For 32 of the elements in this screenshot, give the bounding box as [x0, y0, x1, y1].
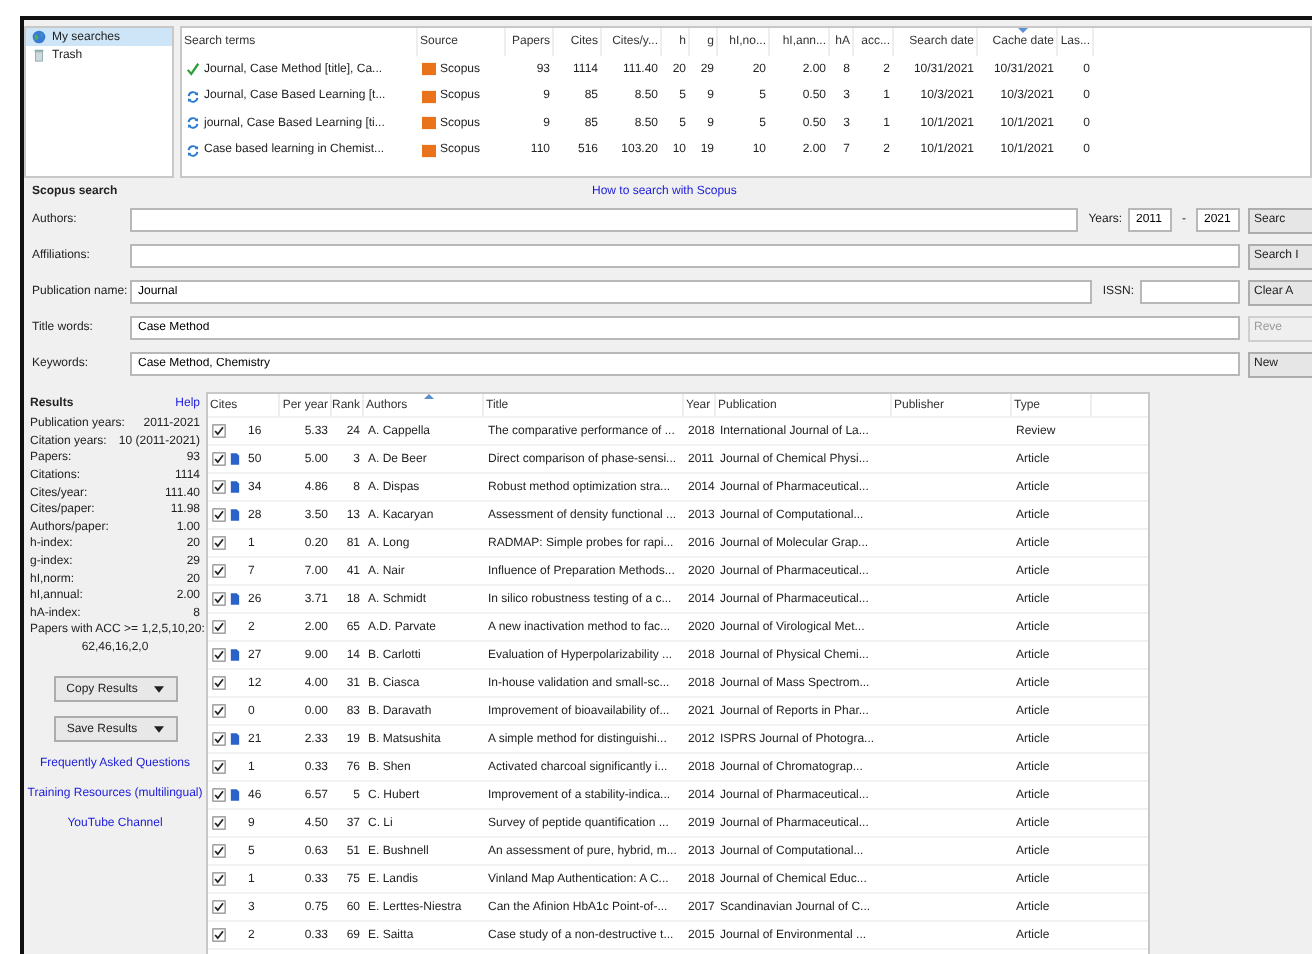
- caret-icon: [153, 726, 164, 734]
- checkbox[interactable]: [212, 928, 226, 942]
- checkbox[interactable]: [212, 648, 226, 662]
- input-field[interactable]: [130, 208, 1079, 232]
- globe-icon: [32, 30, 46, 44]
- issn-field[interactable]: [1140, 280, 1240, 304]
- sort-icon: [1017, 28, 1027, 33]
- check-icon: [186, 62, 200, 77]
- checkbox[interactable]: [212, 424, 226, 438]
- checkbox[interactable]: [212, 900, 226, 914]
- trash-icon: [32, 48, 46, 62]
- checkbox[interactable]: [212, 872, 226, 886]
- sort-icon: [423, 394, 433, 399]
- checkbox[interactable]: [212, 788, 226, 802]
- refresh-icon: [186, 143, 200, 158]
- checkbox[interactable]: [212, 592, 226, 606]
- checkbox[interactable]: [212, 508, 226, 522]
- checkbox[interactable]: [212, 536, 226, 550]
- checkbox[interactable]: [212, 704, 226, 718]
- checkbox[interactable]: [212, 564, 226, 578]
- checkbox[interactable]: [212, 760, 226, 774]
- checkbox[interactable]: [212, 816, 226, 830]
- input-field[interactable]: [130, 244, 1240, 268]
- refresh-icon: [186, 89, 200, 104]
- checkbox[interactable]: [212, 844, 226, 858]
- checkbox[interactable]: [212, 452, 226, 466]
- checkbox[interactable]: [212, 732, 226, 746]
- checkbox[interactable]: [212, 620, 226, 634]
- caret-icon: [153, 686, 164, 694]
- checkbox[interactable]: [212, 480, 226, 494]
- refresh-icon: [186, 116, 200, 131]
- checkbox[interactable]: [212, 676, 226, 690]
